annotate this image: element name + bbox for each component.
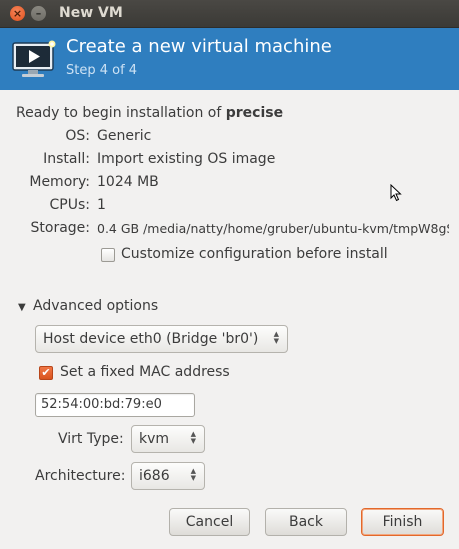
monitor-play-icon: [12, 40, 56, 77]
os-value: Generic: [97, 128, 152, 144]
architecture-value: i686: [139, 468, 170, 484]
customize-checkbox[interactable]: [101, 248, 115, 262]
virt-type-value: kvm: [139, 431, 170, 447]
install-label: Install:: [43, 151, 90, 167]
virt-type-label: Virt Type:: [58, 431, 124, 447]
wizard-step: Step 4 of 4: [66, 63, 138, 78]
storage-value: 0.4 GB /media/natty/home/gruber/ubuntu-k…: [97, 221, 449, 236]
spin-arrows-icon: ▲ ▼: [190, 430, 196, 445]
cpus-label: CPUs:: [49, 197, 90, 213]
fixed-mac-checkbox[interactable]: ✔: [39, 366, 53, 380]
cancel-button[interactable]: Cancel: [169, 508, 250, 536]
customize-label[interactable]: Customize configuration before install: [121, 246, 388, 262]
os-label: OS:: [65, 128, 90, 144]
virt-type-select[interactable]: kvm ▲ ▼: [131, 425, 205, 453]
spin-arrows-icon: ▲ ▼: [190, 467, 196, 482]
window-titlebar[interactable]: × – New VM: [0, 0, 459, 28]
window-title: New VM: [59, 5, 123, 21]
memory-label: Memory:: [29, 174, 90, 190]
ready-prefix: Ready to begin installation of: [16, 105, 226, 121]
wizard-title: Create a new virtual machine: [66, 36, 332, 57]
fixed-mac-label[interactable]: Set a fixed MAC address: [60, 364, 230, 380]
wizard-header: Create a new virtual machine Step 4 of 4: [0, 28, 459, 90]
close-window-button[interactable]: ×: [10, 6, 25, 21]
install-value: Import existing OS image: [97, 151, 276, 167]
spin-arrows-icon: ▲ ▼: [273, 330, 279, 345]
cpus-value: 1: [97, 197, 106, 213]
mac-address-input[interactable]: 52:54:00:bd:79:e0: [35, 393, 195, 417]
minimize-window-button[interactable]: –: [31, 6, 46, 21]
architecture-label: Architecture:: [35, 468, 126, 484]
network-select-value: Host device eth0 (Bridge 'br0'): [43, 331, 259, 347]
vm-name: precise: [225, 105, 284, 121]
ready-text: Ready to begin installation of precise: [16, 105, 283, 121]
finish-button[interactable]: Finish: [361, 508, 444, 536]
back-button[interactable]: Back: [265, 508, 347, 536]
mouse-cursor-icon: [390, 184, 402, 202]
expander-arrow-icon[interactable]: ▼: [18, 302, 26, 313]
storage-label: Storage:: [30, 220, 91, 236]
advanced-options-expander[interactable]: Advanced options: [33, 298, 158, 314]
memory-value: 1024 MB: [97, 174, 159, 190]
network-select[interactable]: Host device eth0 (Bridge 'br0') ▲ ▼: [35, 325, 288, 353]
architecture-select[interactable]: i686 ▲ ▼: [131, 462, 205, 490]
